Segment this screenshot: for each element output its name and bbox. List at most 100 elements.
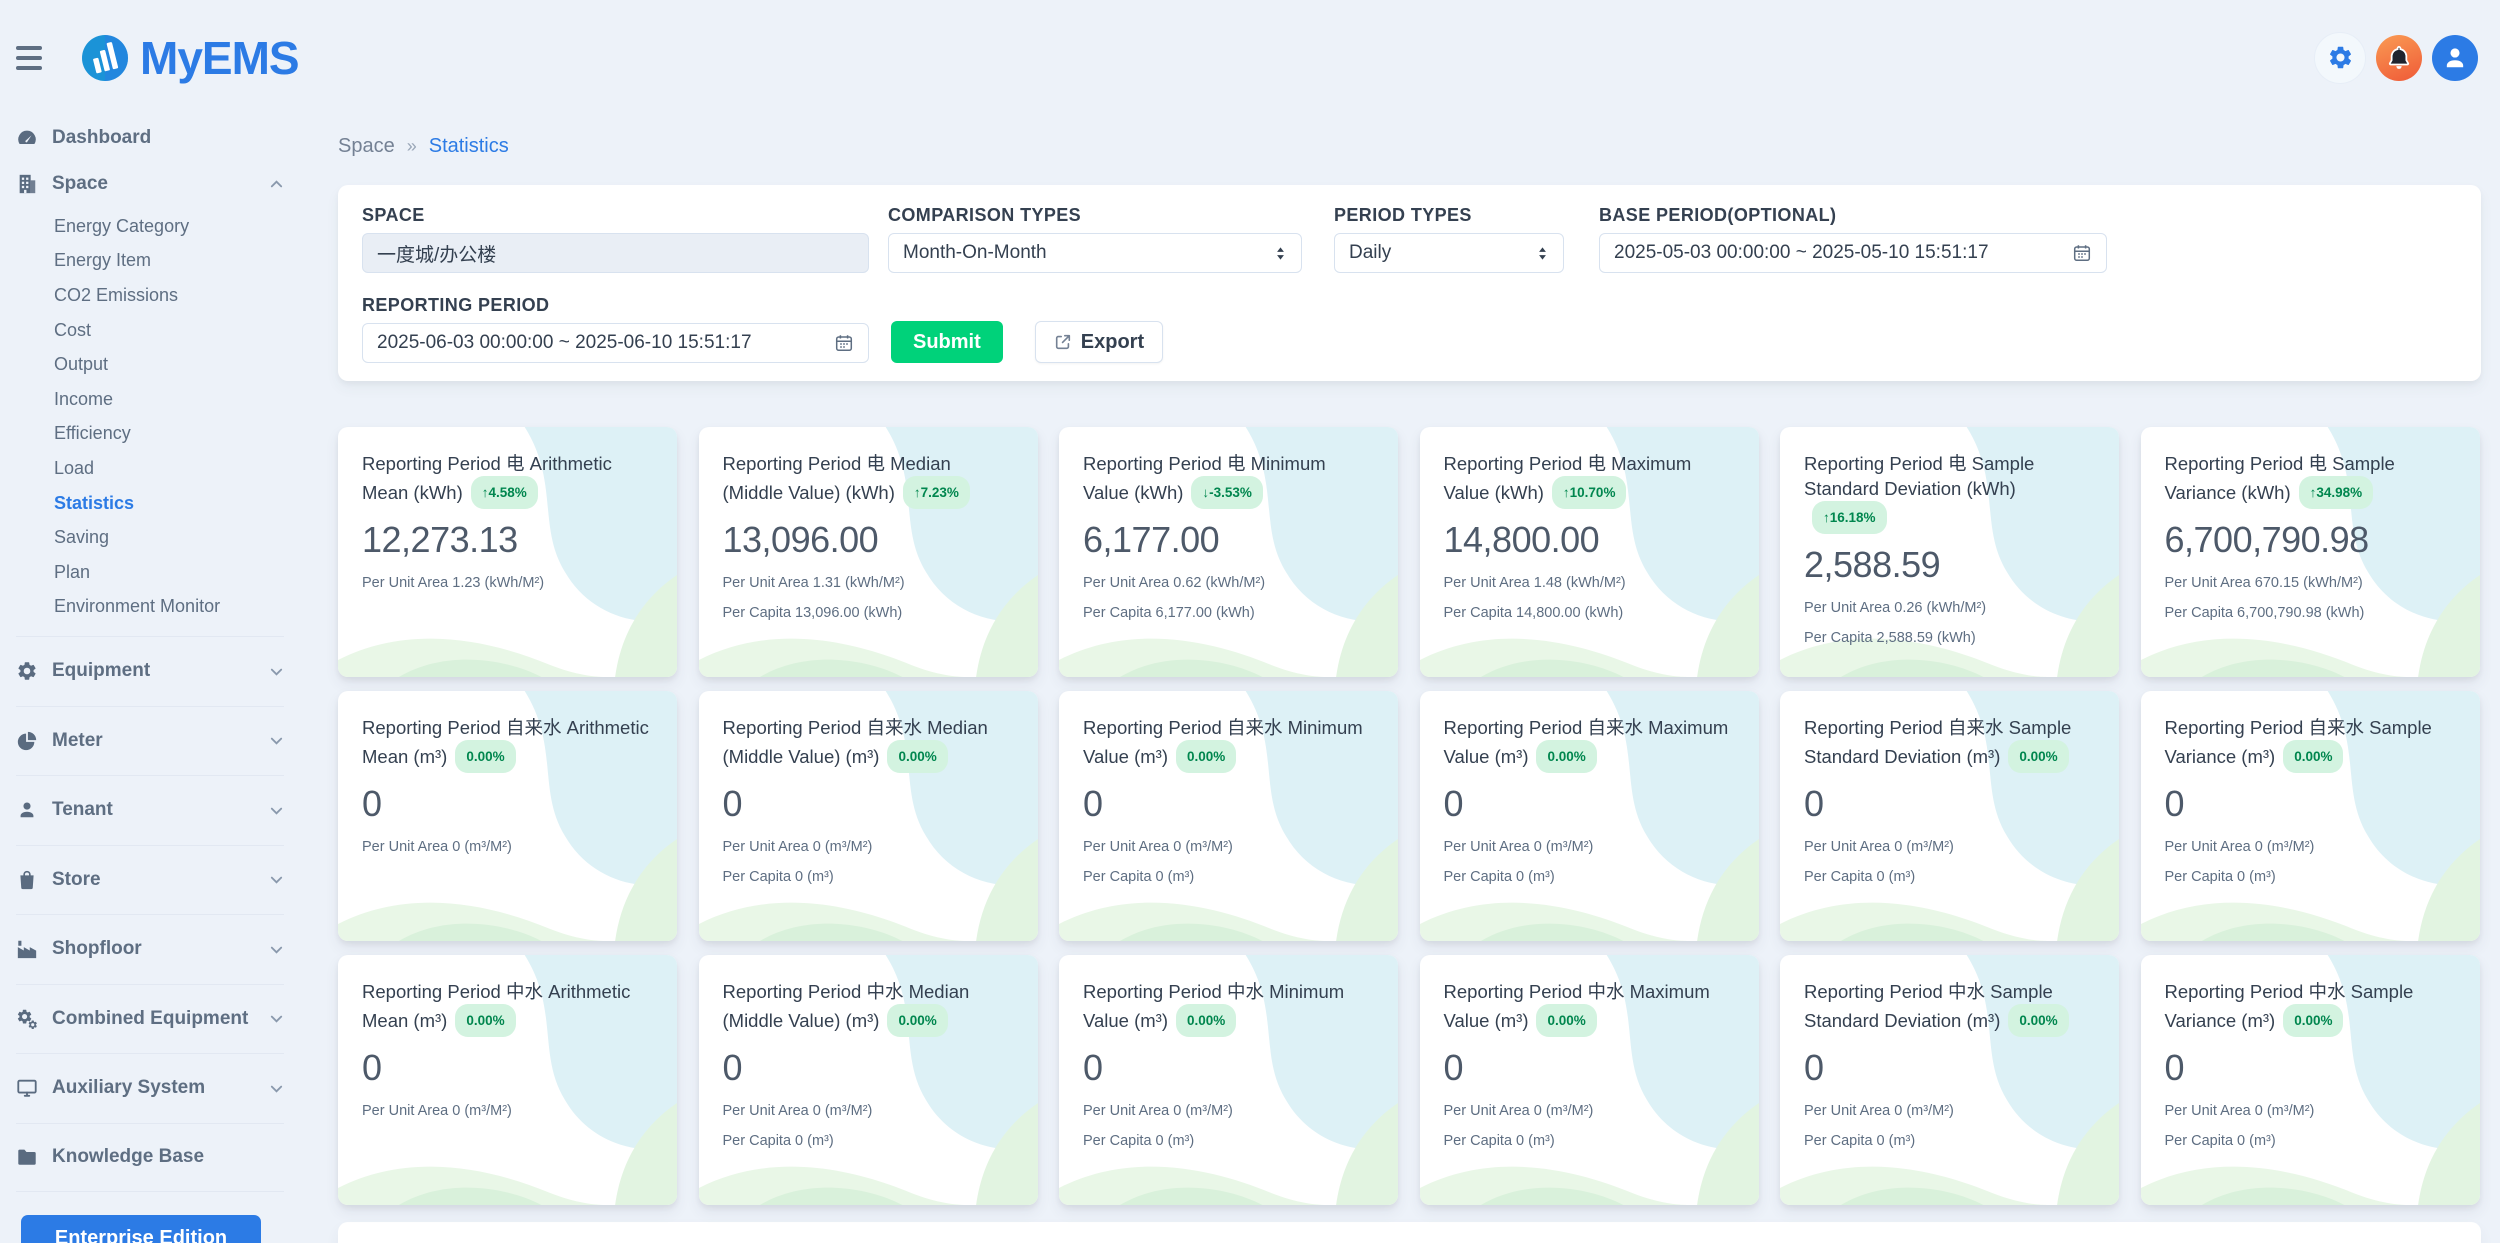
dashboard-gauge-icon bbox=[16, 127, 38, 149]
export-icon bbox=[1054, 333, 1072, 351]
card-lines: Per Unit Area 1.23 (kWh/M²) bbox=[362, 575, 653, 591]
card-value: 0 bbox=[723, 1047, 1014, 1089]
sidebar-subitem[interactable]: Plan bbox=[54, 555, 284, 590]
card-value: 13,096.00 bbox=[723, 519, 1014, 561]
stat-card: Reporting Period 电 Maximum Value (kWh)↑1… bbox=[1420, 427, 1759, 677]
change-badge: 0.00% bbox=[455, 1004, 515, 1037]
card-value: 2,588.59 bbox=[1804, 544, 2095, 586]
settings-button[interactable] bbox=[2314, 32, 2366, 84]
card-title: Reporting Period 电 Sample Standard Devia… bbox=[1804, 451, 2095, 534]
card-metric-line: Per Unit Area 0.62 (kWh/M²) bbox=[1083, 575, 1374, 591]
card-metric-line: Per Capita 0 (m³) bbox=[1804, 869, 2095, 885]
card-body: Reporting Period 电 Minimum Value (kWh)↓-… bbox=[1059, 427, 1398, 621]
change-badge: ↑10.70% bbox=[1552, 476, 1627, 509]
sidebar-subitem[interactable]: Environment Monitor bbox=[54, 590, 284, 625]
stat-card: Reporting Period 电 Sample Standard Devia… bbox=[1780, 427, 2119, 677]
sidebar-item-equipment[interactable]: Equipment bbox=[16, 636, 284, 706]
card-lines: Per Unit Area 0 (m³/M²)Per Capita 0 (m³) bbox=[2165, 839, 2456, 885]
card-value: 12,273.13 bbox=[362, 519, 653, 561]
sidebar-subitem[interactable]: Income bbox=[54, 382, 284, 417]
card-body: Reporting Period 中水 Median (Middle Value… bbox=[699, 955, 1038, 1149]
card-title: Reporting Period 中水 Sample Standard Devi… bbox=[1804, 979, 2095, 1037]
card-body: Reporting Period 电 Sample Standard Devia… bbox=[1780, 427, 2119, 646]
sidebar-item-auxiliary-system[interactable]: Auxiliary System bbox=[16, 1053, 284, 1123]
sidebar-subitem[interactable]: Cost bbox=[54, 313, 284, 348]
breadcrumb-separator: » bbox=[407, 136, 417, 157]
myems-logo[interactable]: MyEMS bbox=[82, 31, 299, 85]
stat-card: Reporting Period 自来水 Arithmetic Mean (m³… bbox=[338, 691, 677, 941]
card-lines: Per Unit Area 0 (m³/M²)Per Capita 0 (m³) bbox=[1804, 1103, 2095, 1149]
submit-button[interactable]: Submit bbox=[891, 321, 1003, 363]
period-types-label: PERIOD TYPES bbox=[1334, 205, 1564, 225]
sidebar-item-dashboard[interactable]: Dashboard bbox=[16, 115, 284, 161]
card-value: 0 bbox=[1083, 1047, 1374, 1089]
base-period-input[interactable]: 2025-05-03 00:00:00 ~ 2025-05-10 15:51:1… bbox=[1599, 233, 2107, 273]
sidebar-item-combined-equipment[interactable]: Combined Equipment bbox=[16, 984, 284, 1054]
space-input[interactable]: 一度城/办公楼 bbox=[362, 233, 869, 273]
chevron-down-icon bbox=[269, 664, 284, 679]
monitor-icon bbox=[16, 1077, 38, 1099]
card-metric-line: Per Unit Area 0 (m³/M²) bbox=[1804, 839, 2095, 855]
card-body: Reporting Period 自来水 Sample Standard Dev… bbox=[1780, 691, 2119, 885]
comparison-types-field: COMPARISON TYPES Month-On-Month bbox=[888, 205, 1302, 273]
card-lines: Per Unit Area 0 (m³/M²) Per Capita 0 (m³) bbox=[1804, 839, 2095, 885]
sidebar-item-tenant[interactable]: Tenant bbox=[16, 775, 284, 845]
menu-toggle-icon[interactable] bbox=[16, 38, 56, 78]
chevron-down-icon bbox=[269, 1081, 284, 1096]
card-body: Reporting Period 自来水 Median (Middle Valu… bbox=[699, 691, 1038, 885]
card-metric-line: Per Unit Area 0 (m³/M²) bbox=[1804, 1103, 2095, 1119]
card-metric-line: Per Capita 0 (m³) bbox=[2165, 869, 2456, 885]
calendar-icon bbox=[2072, 243, 2092, 263]
breadcrumb-space-link[interactable]: Space bbox=[338, 135, 395, 158]
stat-card: Reporting Period 电 Arithmetic Mean (kWh)… bbox=[338, 427, 677, 677]
user-avatar-button[interactable] bbox=[2432, 35, 2478, 81]
card-title: Reporting Period 电 Sample Variance (kWh)… bbox=[2165, 451, 2456, 509]
card-title: Reporting Period 自来水 Arithmetic Mean (m³… bbox=[362, 715, 653, 773]
card-value: 6,700,790.98 bbox=[2165, 519, 2456, 561]
card-value: 0 bbox=[2165, 783, 2456, 825]
card-metric-line: Per Capita 0 (m³) bbox=[1444, 1133, 1735, 1149]
card-lines: Per Unit Area 0 (m³/M²)Per Capita 0 (m³) bbox=[1083, 1103, 1374, 1149]
card-body: Reporting Period 中水 Sample Standard Devi… bbox=[1780, 955, 2119, 1149]
card-body: Reporting Period 电 Arithmetic Mean (kWh)… bbox=[338, 427, 677, 591]
sidebar-item-shopfloor[interactable]: Shopfloor bbox=[16, 914, 284, 984]
export-button[interactable]: Export bbox=[1035, 321, 1163, 363]
sidebar-subitem[interactable]: Saving bbox=[54, 520, 284, 555]
space-label: SPACE bbox=[362, 205, 869, 225]
card-lines: Per Unit Area 0 (m³/M²)Per Capita 0 (m³) bbox=[2165, 1103, 2456, 1149]
stat-card: Reporting Period 自来水 Maximum Value (m³)0… bbox=[1420, 691, 1759, 941]
comparison-types-select[interactable]: Month-On-Month bbox=[888, 233, 1302, 273]
card-lines: Per Unit Area 0.26 (kWh/M²)Per Capita 2,… bbox=[1804, 600, 2095, 646]
card-body: Reporting Period 中水 Arithmetic Mean (m³)… bbox=[338, 955, 677, 1119]
sidebar-item-space[interactable]: Space bbox=[16, 161, 284, 207]
card-lines: Per Unit Area 0 (m³/M²)Per Capita 0 (m³) bbox=[723, 839, 1014, 885]
sidebar-item-store[interactable]: Store bbox=[16, 845, 284, 915]
sidebar-subitem[interactable]: Energy Item bbox=[54, 244, 284, 279]
notifications-button[interactable] bbox=[2376, 35, 2422, 81]
sidebar-subitem[interactable]: CO2 Emissions bbox=[54, 278, 284, 313]
sidebar-subitem[interactable]: Efficiency bbox=[54, 417, 284, 452]
breadcrumb-current: Statistics bbox=[429, 135, 509, 158]
card-title: Reporting Period 自来水 Maximum Value (m³)0… bbox=[1444, 715, 1735, 773]
sidebar-item-meter[interactable]: Meter bbox=[16, 706, 284, 776]
sidebar-subitem[interactable]: Energy Category bbox=[54, 209, 284, 244]
sidebar-subitem[interactable]: Load bbox=[54, 451, 284, 486]
card-metric-line: Per Unit Area 0 (m³/M²) bbox=[723, 839, 1014, 855]
sidebar-subitem[interactable]: Output bbox=[54, 347, 284, 382]
period-types-select[interactable]: Daily bbox=[1334, 233, 1564, 273]
card-value: 14,800.00 bbox=[1444, 519, 1735, 561]
card-value: 0 bbox=[1444, 783, 1735, 825]
stat-card: Reporting Period 自来水 Minimum Value (m³)0… bbox=[1059, 691, 1398, 941]
sidebar-item-knowledge-base[interactable]: Knowledge Base bbox=[16, 1123, 284, 1193]
reporting-period-input[interactable]: 2025-06-03 00:00:00 ~ 2025-06-10 15:51:1… bbox=[362, 323, 869, 363]
card-lines: Per Unit Area 0 (m³/M²)Per Capita 0 (m³) bbox=[1083, 839, 1374, 885]
card-metric-line: Per Unit Area 1.23 (kWh/M²) bbox=[362, 575, 653, 591]
enterprise-edition-button[interactable]: Enterprise Edition bbox=[21, 1215, 261, 1243]
reporting-period-label: REPORTING PERIOD bbox=[362, 295, 869, 315]
card-metric-line: Per Capita 13,096.00 (kWh) bbox=[723, 605, 1014, 621]
change-badge: ↑7.23% bbox=[903, 476, 970, 509]
card-value: 0 bbox=[1804, 1047, 2095, 1089]
sidebar-subitem[interactable]: Statistics bbox=[54, 486, 284, 521]
stat-card: Reporting Period 电 Median (Middle Value)… bbox=[699, 427, 1038, 677]
bottom-panel bbox=[338, 1222, 2481, 1243]
